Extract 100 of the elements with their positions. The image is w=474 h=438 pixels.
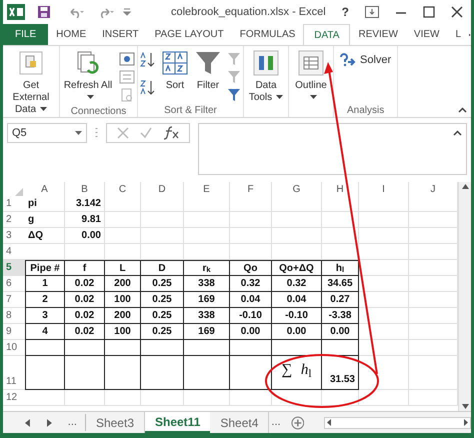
previous-sheet-icon[interactable] — [25, 418, 30, 426]
table-cell: 200 — [105, 308, 141, 324]
row-header[interactable]: 4 — [3, 244, 25, 260]
refresh-button[interactable]: Refresh All — [62, 48, 114, 104]
row-header[interactable]: 12 — [3, 390, 25, 406]
column-header[interactable]: E — [184, 182, 230, 196]
more-sheets[interactable]: ... — [271, 414, 281, 431]
table-cell: -3.38 — [322, 308, 359, 324]
table-cell: 0.25 — [141, 308, 184, 324]
scroll-left-icon[interactable] — [327, 419, 332, 426]
row-header[interactable]: 5 — [3, 260, 25, 276]
row-header[interactable]: 6 — [3, 276, 25, 292]
filter-button[interactable]: Filter — [194, 48, 222, 103]
ribbon-tab[interactable]: FORMULAS — [232, 24, 304, 45]
table-cell — [184, 340, 230, 356]
save-icon[interactable] — [37, 5, 51, 19]
row-header[interactable]: 2 — [3, 212, 25, 228]
row-header[interactable]: 10 — [3, 340, 25, 356]
table-cell — [230, 356, 272, 390]
group-label: Connections — [70, 105, 128, 118]
outline-button[interactable]: Outline — [291, 48, 331, 104]
table-cell: 3 — [25, 308, 65, 324]
group-label: Sort & Filter — [163, 104, 218, 117]
formula-field[interactable] — [198, 123, 467, 175]
connections-icon[interactable] — [119, 52, 135, 66]
column-header[interactable]: H — [322, 182, 359, 196]
ribbon-tab[interactable]: L — [447, 24, 470, 45]
table-cell — [105, 390, 141, 406]
table-cell — [141, 228, 184, 244]
row-header[interactable]: 3 — [3, 228, 25, 244]
table-cell — [141, 340, 184, 356]
column-header[interactable]: F — [230, 182, 272, 196]
group-label: Analysis — [346, 104, 386, 117]
ribbon-tab[interactable]: DATA — [303, 24, 350, 45]
table-cell — [105, 228, 141, 244]
check-icon[interactable] — [140, 127, 152, 139]
table-cell: 0.02 — [65, 308, 105, 324]
table-cell — [359, 324, 409, 340]
scroll-down-icon[interactable] — [462, 404, 468, 409]
name-box[interactable]: Q5 — [7, 123, 87, 143]
table-cell: 0.00 — [230, 324, 272, 340]
table-cell: 0.25 — [141, 276, 184, 292]
customize-icon[interactable] — [123, 8, 131, 16]
row-header[interactable]: 9 — [3, 324, 25, 340]
scroll-right-icon[interactable] — [464, 419, 468, 426]
next-sheet-icon[interactable] — [46, 418, 52, 426]
solver-icon — [340, 53, 356, 68]
refresh-icon — [75, 50, 101, 76]
scroll-up-icon[interactable] — [462, 184, 468, 189]
ribbon-tab[interactable]: HOME — [48, 24, 94, 45]
table-cell: Qo — [230, 260, 272, 276]
table-cell — [272, 228, 322, 244]
column-header[interactable]: C — [105, 182, 141, 196]
table-cell — [359, 356, 409, 390]
collapse-icon[interactable] — [453, 130, 462, 136]
column-header[interactable]: I — [359, 182, 409, 196]
column-header[interactable]: G — [272, 182, 322, 196]
ribbon-tab[interactable]: REVIEW — [350, 24, 406, 45]
column-header[interactable]: A — [25, 182, 65, 196]
sheet-tab[interactable]: Sheet11 — [145, 412, 210, 433]
help-button[interactable]: ? — [338, 3, 353, 21]
table-cell: h$_{l}$ — [322, 260, 359, 276]
ribbon-tab[interactable]: VIEW — [406, 24, 448, 45]
table-cell — [359, 308, 409, 324]
table-cell — [105, 196, 141, 212]
row-header[interactable]: 8 — [3, 308, 25, 324]
table-cell: 0.04 — [230, 292, 272, 308]
ribbon-tab[interactable]: INSERT — [94, 24, 147, 45]
ribbon-tab[interactable]: PAGE LAYOUT — [146, 24, 232, 45]
sheet-tab[interactable]: Sheet4 — [210, 412, 270, 433]
row-header[interactable]: 1 — [3, 196, 25, 212]
function-icon[interactable] — [163, 126, 180, 140]
row-header[interactable]: 7 — [3, 292, 25, 308]
sort-button[interactable]: Sort — [161, 48, 189, 103]
table-cell — [272, 212, 322, 228]
table-cell: g — [25, 212, 65, 228]
collapse-ribbon-icon[interactable] — [458, 107, 467, 113]
add-sheet-icon[interactable] — [290, 416, 304, 430]
table-cell: 31.53 — [322, 356, 359, 390]
excel-logo-icon — [7, 4, 25, 20]
solver-button[interactable]: Solver — [336, 48, 396, 68]
file-tab[interactable]: FILE — [3, 24, 48, 45]
horizontal-scrollbar[interactable] — [324, 416, 472, 428]
column-header[interactable]: D — [141, 182, 184, 196]
close-icon[interactable] — [451, 6, 463, 18]
table-cell — [359, 340, 409, 356]
table-cell — [184, 212, 230, 228]
external-button[interactable]: Get External Data — [5, 48, 57, 116]
tools-button[interactable]: Data Tools — [246, 48, 286, 104]
more-sheets[interactable]: ... — [68, 414, 86, 431]
table-cell — [25, 390, 65, 406]
sort-ascending-icon[interactable] — [140, 52, 156, 68]
column-header[interactable]: B — [65, 182, 105, 196]
vertical-scrollbar[interactable] — [458, 182, 471, 411]
outline-icon — [298, 50, 324, 76]
sort-descending-icon[interactable] — [140, 80, 156, 96]
maximize-icon[interactable] — [423, 6, 435, 18]
advanced-filter-icon[interactable] — [227, 88, 241, 102]
table-cell: 2 — [25, 292, 65, 308]
ribbon-display-icon[interactable] — [365, 6, 379, 18]
